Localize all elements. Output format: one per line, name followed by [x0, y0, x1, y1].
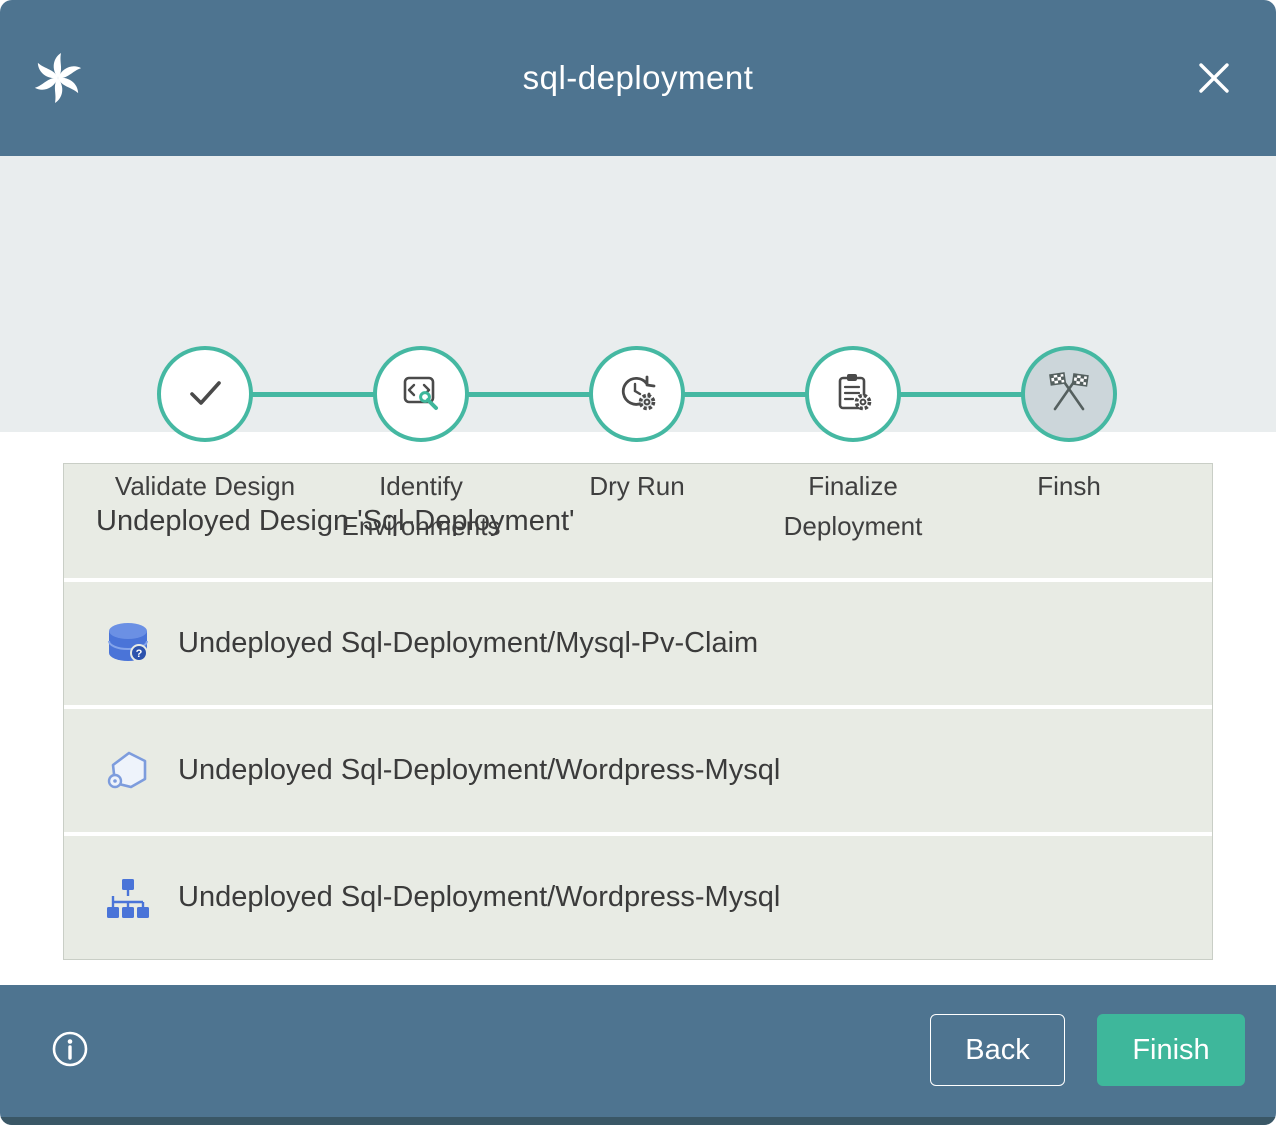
step-dry-run: Dry Run — [529, 156, 745, 546]
step-circle-identify-environments[interactable] — [373, 346, 469, 442]
checkered-flags-icon — [1045, 368, 1093, 421]
step-circle-finish[interactable] — [1021, 346, 1117, 442]
dry-run-gear-icon — [613, 368, 661, 421]
step-label: Identify Environments — [313, 466, 529, 546]
step-label: Dry Run — [589, 466, 684, 506]
back-button[interactable]: Back — [930, 1014, 1065, 1086]
step-label: Finsh — [1037, 466, 1101, 506]
modal-bottom-edge — [0, 1117, 1276, 1125]
step-circle-finalize-deployment[interactable] — [805, 346, 901, 442]
svg-text:?: ? — [136, 648, 143, 660]
step-finalize-deployment: Finalize Deployment — [745, 156, 961, 546]
spiral-logo-icon — [30, 50, 86, 106]
clipboard-gear-icon — [829, 368, 877, 421]
log-row-pv-claim: ? Undeployed Sql-Deployment/Mysql-Pv-Cla… — [64, 582, 1212, 705]
finish-button[interactable]: Finish — [1097, 1014, 1245, 1086]
check-icon — [181, 368, 229, 421]
info-icon[interactable] — [50, 1029, 90, 1069]
log-row-text: Undeployed Sql-Deployment/Mysql-Pv-Claim — [178, 627, 758, 660]
step-label: Finalize Deployment — [745, 466, 961, 546]
log-row-text: Undeployed Sql-Deployment/Wordpress-Mysq… — [178, 754, 780, 787]
pod-shape-icon — [100, 743, 156, 799]
modal-header: sql-deployment — [0, 0, 1276, 156]
code-wrench-icon — [397, 368, 445, 421]
service-tree-icon — [100, 870, 156, 926]
wizard-stepper: Validate Design Identify Environment — [0, 156, 1276, 432]
log-row-wordpress-mysql-pod: Undeployed Sql-Deployment/Wordpress-Mysq… — [64, 709, 1212, 832]
modal-footer: Back Finish — [0, 985, 1276, 1125]
close-icon[interactable] — [1196, 60, 1232, 96]
step-finish: Finsh — [961, 156, 1177, 546]
log-row-text: Undeployed Sql-Deployment/Wordpress-Mysq… — [178, 881, 780, 914]
step-label: Validate Design — [115, 466, 295, 506]
step-circle-dry-run[interactable] — [589, 346, 685, 442]
modal-title: sql-deployment — [0, 59, 1276, 97]
step-circle-validate-design[interactable] — [157, 346, 253, 442]
step-validate-design: Validate Design — [97, 156, 313, 546]
step-identify-environments: Identify Environments — [313, 156, 529, 546]
database-icon: ? — [100, 616, 156, 672]
deployment-wizard-modal: sql-deployment Vali — [0, 0, 1276, 1125]
log-row-wordpress-mysql-service: Undeployed Sql-Deployment/Wordpress-Mysq… — [64, 836, 1212, 959]
